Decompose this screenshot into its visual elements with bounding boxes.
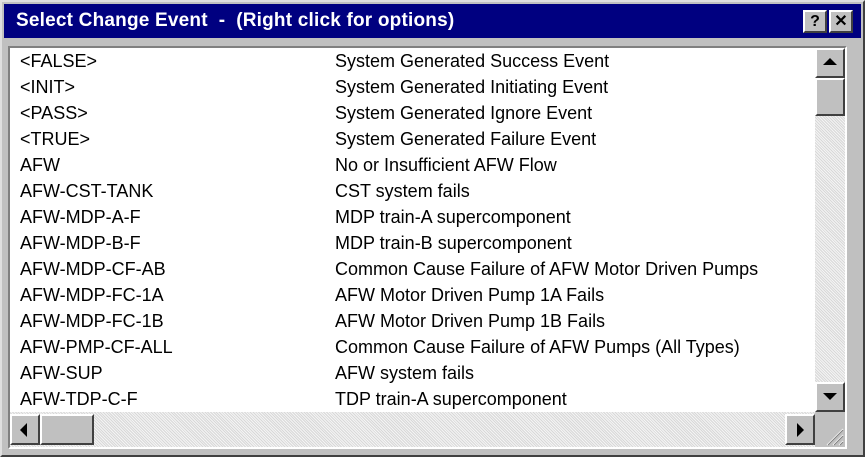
list-item[interactable]: AFW-MDP-FC-1B AFW Motor Driven Pump 1B Fa… <box>10 308 815 334</box>
event-description: Common Cause Failure of AFW Pumps (All T… <box>335 337 740 357</box>
event-name: <FALSE> <box>20 51 98 71</box>
list-item[interactable]: AFW-PMP-CF-ALL Common Cause Failure of AF… <box>10 334 815 360</box>
scroll-right-button[interactable] <box>785 414 815 445</box>
list-item[interactable]: AFW-TDP-C-F TDP train-A supercomponent <box>10 386 815 412</box>
event-name: AFW-SUP <box>20 363 103 383</box>
event-description: MDP train-B supercomponent <box>335 233 572 253</box>
event-name: <INIT> <box>20 77 76 97</box>
scroll-up-button[interactable] <box>815 48 845 78</box>
event-description: System Generated Failure Event <box>335 129 597 149</box>
event-name: AFW-PMP-CF-ALL <box>20 337 173 357</box>
list-item[interactable]: AFW-MDP-CF-AB Common Cause Failure of AFW… <box>10 256 815 282</box>
title-bar[interactable]: Select Change Event - (Right click for o… <box>4 4 861 38</box>
right-arrow-icon <box>797 423 804 437</box>
event-name: AFW <box>20 155 60 175</box>
list-item[interactable]: AFW-MDP-B-F MDP train-B supercomponent <box>10 230 815 256</box>
event-name: AFW-MDP-A-F <box>20 207 141 227</box>
scroll-down-button[interactable] <box>815 382 845 412</box>
vertical-scroll-thumb[interactable] <box>815 78 845 116</box>
resize-grip[interactable] <box>815 412 845 447</box>
close-button[interactable]: ✕ <box>829 10 853 33</box>
event-name: <PASS> <box>20 103 88 123</box>
vertical-scrollbar[interactable] <box>815 48 845 412</box>
event-description: AFW Motor Driven Pump 1B Fails <box>335 311 606 331</box>
event-description: No or Insufficient AFW Flow <box>335 155 557 175</box>
window-title: Select Change Event - (Right click for o… <box>16 10 455 31</box>
left-arrow-icon <box>20 423 27 437</box>
select-change-event-dialog: Select Change Event - (Right click for o… <box>0 0 865 457</box>
event-name: AFW-CST-TANK <box>20 181 154 201</box>
event-rows: <FALSE> System Generated Success Event <IN… <box>10 48 815 412</box>
event-name: AFW-MDP-B-F <box>20 233 141 253</box>
list-item[interactable]: AFW-CST-TANK CST system fails <box>10 178 815 204</box>
event-name: AFW-MDP-FC-1A <box>20 285 164 305</box>
down-arrow-icon <box>823 393 837 400</box>
list-item[interactable]: AFW-MDP-A-F MDP train-A supercomponent <box>10 204 815 230</box>
list-item[interactable]: <INIT> System Generated Initiating Event <box>10 74 815 100</box>
up-arrow-icon <box>823 58 837 65</box>
event-name: AFW-MDP-CF-AB <box>20 259 166 279</box>
horizontal-scroll-thumb[interactable] <box>40 414 94 445</box>
event-description: TDP train-A supercomponent <box>335 389 567 409</box>
event-description: AFW Motor Driven Pump 1A Fails <box>335 285 605 305</box>
list-item[interactable]: AFW-MDP-FC-1A AFW Motor Driven Pump 1A Fa… <box>10 282 815 308</box>
event-name: <TRUE> <box>20 129 91 149</box>
horizontal-scrollbar[interactable] <box>10 412 815 447</box>
event-description: System Generated Initiating Event <box>335 77 609 97</box>
resize-grip-icon <box>826 428 844 446</box>
list-item[interactable]: AFW-SUP AFW system fails <box>10 360 815 386</box>
event-description: MDP train-A supercomponent <box>335 207 571 227</box>
event-description: CST system fails <box>335 181 470 201</box>
event-name: AFW-MDP-FC-1B <box>20 311 164 331</box>
event-description: System Generated Success Event <box>335 51 610 71</box>
scroll-left-button[interactable] <box>10 414 40 445</box>
list-item[interactable]: <TRUE> System Generated Failure Event <box>10 126 815 152</box>
event-list: <FALSE> System Generated Success Event <IN… <box>8 46 847 449</box>
list-item[interactable]: <FALSE> System Generated Success Event <box>10 48 815 74</box>
list-item[interactable]: AFW No or Insufficient AFW Flow <box>10 152 815 178</box>
help-button[interactable]: ? <box>803 10 827 33</box>
event-description: AFW system fails <box>335 363 475 383</box>
event-description: Common Cause Failure of AFW Motor Driven… <box>335 259 759 279</box>
list-item[interactable]: <PASS> System Generated Ignore Event <box>10 100 815 126</box>
event-description: System Generated Ignore Event <box>335 103 593 123</box>
event-name: AFW-TDP-C-F <box>20 389 138 409</box>
